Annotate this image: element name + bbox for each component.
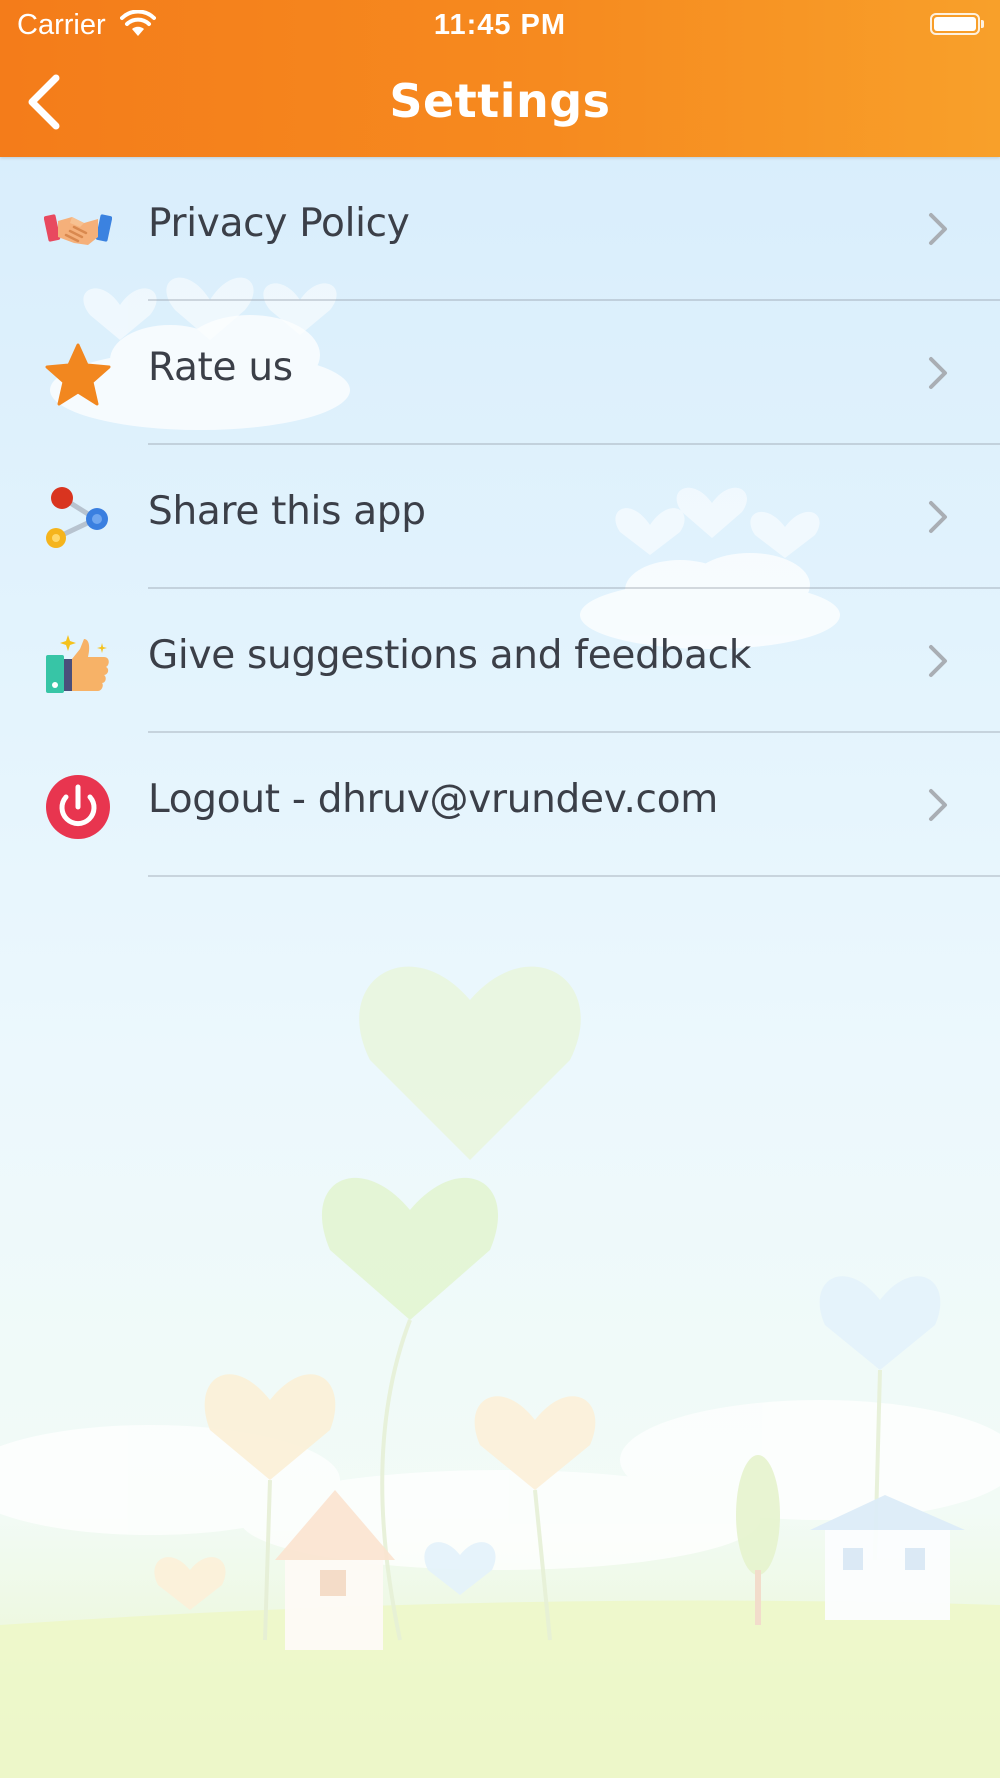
status-bar: Carrier 11:45 PM [0,0,1000,52]
row-divider [148,875,1000,877]
settings-item-label: Privacy Policy [148,201,410,246]
thumbs-up-icon [46,635,109,693]
settings-item-label: Give suggestions and feedback [148,633,752,678]
power-icon [46,775,110,839]
settings-list: Privacy Policy Rate us Share this app Gi… [0,157,1000,877]
settings-item-rate-us[interactable]: Rate us [0,301,1000,445]
chevron-right-icon [929,645,947,677]
chevron-right-icon [929,789,947,821]
settings-item-feedback[interactable]: Give suggestions and feedback [0,589,1000,733]
share-icon [46,487,108,548]
battery-icon [930,13,984,35]
status-time: 11:45 PM [433,9,567,41]
chevron-right-icon [929,501,947,533]
handshake-icon [44,214,112,245]
settings-item-logout[interactable]: Logout - dhruv@vrundev.com [0,733,1000,877]
page-title: Settings [389,74,611,128]
chevron-right-icon [929,357,947,389]
settings-item-label: Share this app [148,489,426,534]
settings-item-label: Logout - dhruv@vrundev.com [148,777,718,822]
navigation-header: Carrier 11:45 PM Settings [0,0,1000,157]
settings-item-privacy-policy[interactable]: Privacy Policy [0,157,1000,301]
chevron-right-icon [929,213,947,245]
app-screen: Carrier 11:45 PM Settings Privacy Policy… [0,0,1000,1778]
settings-item-share-app[interactable]: Share this app [0,445,1000,589]
star-icon [45,343,111,406]
settings-item-label: Rate us [148,345,293,390]
